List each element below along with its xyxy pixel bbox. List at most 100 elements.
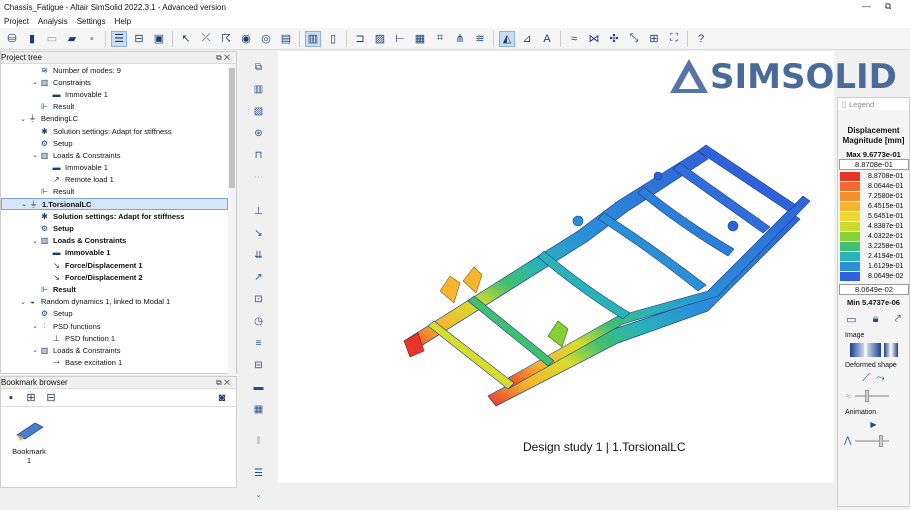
menu-project[interactable]: Project <box>0 17 34 26</box>
list-view-icon[interactable]: ☰ <box>111 30 127 47</box>
menu-help[interactable]: Help <box>111 17 136 26</box>
expand-chevron-icon[interactable]: ⌄ <box>31 346 39 354</box>
tree-item[interactable]: ≋ Number of modes: 9 <box>1 64 228 76</box>
expand-chevron-icon[interactable]: ⌄ <box>19 115 27 123</box>
bracket-icon[interactable]: ⊐ <box>352 31 368 47</box>
more-icon[interactable]: ⌄ <box>250 488 268 503</box>
tree-item[interactable]: ⇀ Base excitation 1 <box>1 357 228 369</box>
panel-buttons[interactable]: ⧉ ✕ <box>216 378 230 388</box>
expand-chevron-icon[interactable]: ⌄ <box>20 200 28 208</box>
tree-item[interactable]: ⌄ ⏚ 1.TorsionalLC <box>1 198 228 211</box>
hide-icon[interactable]: ⤫ <box>198 31 214 47</box>
deform-auto-icon[interactable]: ⤳ <box>876 372 885 385</box>
chassis-model[interactable] <box>278 51 834 483</box>
clock-icon[interactable]: ◷ <box>250 314 268 329</box>
grid-tool-icon[interactable]: ▦ <box>250 402 268 417</box>
results-list-icon[interactable]: ☰ <box>250 466 268 481</box>
panel-buttons[interactable]: ⧉ ✕ <box>216 53 230 63</box>
tree-item[interactable]: ✱ Solution settings: Adapt for stiffness <box>1 125 228 137</box>
tree-item[interactable]: ↘ Force/Displacement 2 <box>1 271 228 283</box>
minimize-icon[interactable]: — <box>862 1 871 11</box>
spring-y-icon[interactable]: ▧ <box>250 104 268 119</box>
expand-chevron-icon[interactable]: ⌄ <box>31 78 39 86</box>
screen-icon[interactable]: ▣ <box>151 31 167 47</box>
eye-icon[interactable]: ◉ <box>238 31 254 47</box>
legend-upper-limit-field[interactable]: 8.8708e-01 <box>839 159 909 170</box>
modes-icon[interactable]: ⋈ <box>586 31 602 47</box>
bridge-icon[interactable]: ⊓ <box>250 148 268 163</box>
eye-hidden-icon[interactable]: ◎ <box>258 31 274 47</box>
waves-icon[interactable]: ≋ <box>472 31 488 47</box>
expand-chevron-icon[interactable]: ⌄ <box>31 237 39 245</box>
tree-item[interactable]: ✱ Solution settings: Adapt for stiffness <box>1 210 228 222</box>
bookmark-save-icon[interactable]: ▪ <box>3 390 19 406</box>
cluster-icon[interactable]: ✣ <box>606 31 622 47</box>
legend-lower-limit-field[interactable]: 8.0649e-02 <box>839 284 909 295</box>
tree-item[interactable]: ▬ Immovable 1 <box>1 88 228 100</box>
restore-icon[interactable]: ⧉ <box>885 1 891 12</box>
menu-analysis[interactable]: Analysis <box>34 17 73 26</box>
graphics-viewport[interactable]: SIMSOLID Design study 1 | 1.TorsionalLC <box>278 51 897 483</box>
tree-item[interactable]: ⌄ ◒ Random dynamics 1, linked to Modal 1 <box>1 296 228 308</box>
split-view-icon[interactable]: ⊟ <box>131 31 147 47</box>
tree-item[interactable]: ⚙ Setup <box>1 137 228 149</box>
thermal-icon[interactable]: ⊟ <box>250 358 268 373</box>
deform-icon[interactable]: ≈ <box>566 31 582 47</box>
bookmark-add-icon[interactable]: ⊞ <box>23 390 39 406</box>
show-icon[interactable]: ☈ <box>218 31 234 47</box>
fixed-constraint-icon[interactable]: ⊥ <box>250 204 268 219</box>
band-style-icon[interactable] <box>866 343 881 357</box>
rectangle-icon[interactable]: ▯ <box>325 31 341 47</box>
tree-item[interactable]: ⌄ ⫶ PSD functions <box>1 320 228 332</box>
fit-icon[interactable]: ⛶ <box>666 31 682 47</box>
expand-chevron-icon[interactable]: ⌄ <box>31 151 39 159</box>
pattern-icon[interactable]: ⋔ <box>452 31 468 47</box>
probe-icon[interactable]: ◭ <box>499 30 515 47</box>
spring-x-icon[interactable]: ▥ <box>250 82 268 97</box>
chip-icon[interactable]: ▨ <box>372 31 388 47</box>
expand-chevron-icon[interactable]: ⌄ <box>19 298 27 306</box>
tree-item[interactable]: ⚙ Setup <box>1 308 228 320</box>
pressure-icon[interactable]: ⇊ <box>250 248 268 263</box>
tree-item[interactable]: ⌄ ▥ Loads & Constraints <box>1 149 228 161</box>
tree-scrollbar[interactable] <box>228 64 236 423</box>
part-icon[interactable]: ▤ <box>278 31 294 47</box>
bar-tool-icon[interactable]: ▬ <box>250 380 268 395</box>
force-tool-icon[interactable]: ↘ <box>250 226 268 241</box>
deform-scale-icon[interactable]: ⟋ <box>862 372 870 385</box>
menu-settings[interactable]: Settings <box>73 17 111 26</box>
lock-icon[interactable]: 🔒︎ <box>873 313 879 326</box>
camera-icon[interactable]: ◙ <box>214 390 230 406</box>
shaded-style-icon[interactable] <box>883 343 898 357</box>
gravity-icon[interactable]: ⊡ <box>250 292 268 307</box>
coil-icon[interactable]: ⊛ <box>250 126 268 141</box>
tree-item[interactable]: ⌄ ▥ Constraints <box>1 76 228 88</box>
animation-tool-icon[interactable]: ⫴ <box>250 434 268 449</box>
tree-item[interactable]: ⌄ ▥ Loads & Constraints <box>1 344 228 356</box>
tree-item[interactable]: ⌄ ⏚ BendingLC <box>1 113 228 125</box>
folder-icon[interactable]: ▰ <box>64 31 80 47</box>
align-icon[interactable]: ⊞ <box>646 31 662 47</box>
transform-icon[interactable]: ⤡ <box>626 31 642 47</box>
tree-item[interactable]: ⌄ ▥ Loads & Constraints <box>1 235 228 247</box>
tree-item[interactable]: ▬ Immovable 1 <box>1 162 228 174</box>
mesh-icon[interactable]: ⌗ <box>432 31 448 47</box>
bookmark-remove-icon[interactable]: ⊟ <box>43 390 59 406</box>
tree-item[interactable]: ⊥ PSD function 1 <box>1 332 228 344</box>
tree-item[interactable]: ↘ Force/Displacement 1 <box>1 259 228 271</box>
grid-icon[interactable]: ▦ <box>412 31 428 47</box>
probe-legend-icon[interactable]: ⤤ <box>895 313 901 326</box>
spring-icon[interactable]: ▥ <box>305 30 321 47</box>
tree-item[interactable]: ⊩ Result <box>1 101 228 113</box>
select-icon[interactable]: ↖ <box>178 31 194 47</box>
deform-slider[interactable]: ≈ <box>846 390 909 402</box>
database-icon[interactable]: ⛁ <box>4 31 20 47</box>
ruler-icon[interactable]: ▭ <box>846 313 856 326</box>
measure-icon[interactable]: ⊿ <box>519 31 535 47</box>
tree-item[interactable]: ▬ Immovable 1 <box>1 247 228 259</box>
bookmark-item[interactable]: Bookmark 1 <box>9 415 49 465</box>
save-icon[interactable]: ▪ <box>84 31 100 47</box>
tree-item[interactable]: ⊩ Result <box>1 186 228 198</box>
contour-style-icon[interactable] <box>849 343 864 357</box>
new-file-icon[interactable]: ▮ <box>24 31 40 47</box>
